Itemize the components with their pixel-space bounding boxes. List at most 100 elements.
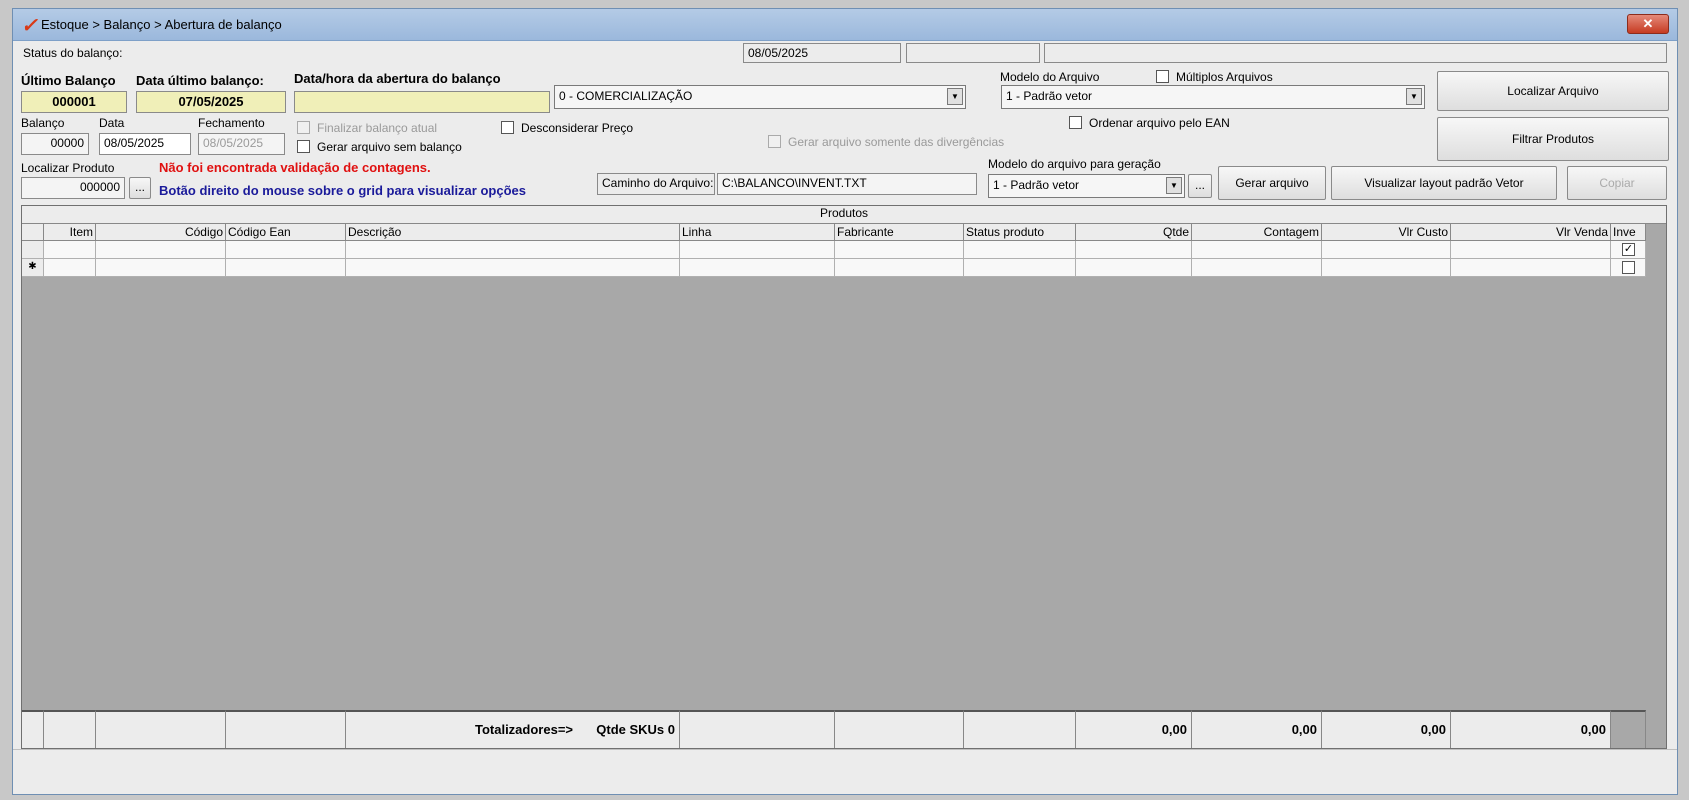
multiple-files-label: Múltiplos Arquivos: [1176, 70, 1273, 84]
last-balance-field: 000001: [21, 91, 127, 113]
inve-checkbox-checked[interactable]: ✓: [1622, 243, 1635, 256]
row-indicator: ✱: [22, 259, 44, 277]
totals-vlr-custo: 0,00: [1322, 710, 1451, 748]
file-model-label: Modelo do Arquivo: [1000, 70, 1100, 84]
closing-field: 08/05/2025: [198, 133, 285, 155]
window-title: Estoque > Balanço > Abertura de balanço: [41, 17, 282, 32]
locate-file-button[interactable]: Localizar Arquivo: [1437, 71, 1669, 111]
cell-contagem[interactable]: [1192, 259, 1322, 277]
cell-vlr-custo[interactable]: [1322, 259, 1451, 277]
totals-skus: Qtde SKUs 0: [596, 722, 675, 737]
col-header-codigo-ean[interactable]: Código Ean: [226, 224, 346, 241]
chevron-down-icon[interactable]: ▼: [1406, 88, 1422, 105]
title-bar: ✓ Estoque > Balanço > Abertura de balanç…: [13, 9, 1677, 41]
finalize-current-checkbox[interactable]: [297, 121, 310, 134]
footer-indicator: [22, 710, 44, 748]
type-select[interactable]: 0 - COMERCIALIZAÇÃO ▼: [554, 85, 966, 109]
main-window: ✓ Estoque > Balanço > Abertura de balanç…: [12, 8, 1678, 795]
cell-inve[interactable]: [1611, 259, 1646, 277]
cell-fabricante[interactable]: [835, 259, 964, 277]
totals-label: Totalizadores=>: [474, 722, 573, 737]
last-balance-label: Último Balanço: [21, 73, 116, 88]
footer-cell-descricao: Totalizadores=> Qtde SKUs 0: [346, 710, 680, 748]
view-layout-button[interactable]: Visualizar layout padrão Vetor: [1331, 166, 1557, 200]
col-header-linha[interactable]: Linha: [680, 224, 835, 241]
status-date-field: 08/05/2025: [743, 43, 901, 63]
cell-descricao[interactable]: [346, 259, 680, 277]
status-field-2: [906, 43, 1040, 63]
finalize-current-label: Finalizar balanço atual: [317, 121, 438, 135]
grid-hint-message: Botão direito do mouse sobre o grid para…: [159, 183, 526, 198]
col-header-codigo[interactable]: Código: [96, 224, 226, 241]
cell-descricao[interactable]: [346, 241, 680, 259]
gen-model-browse-button[interactable]: ...: [1188, 174, 1212, 198]
balance-field: 00000: [21, 133, 89, 155]
cell-qtde[interactable]: [1076, 259, 1192, 277]
divergences-only-checkbox[interactable]: [768, 135, 781, 148]
cell-linha[interactable]: [680, 241, 835, 259]
file-model-select[interactable]: 1 - Padrão vetor ▼: [1001, 85, 1425, 109]
totals-qtde: 0,00: [1076, 710, 1192, 748]
cell-codigo-ean[interactable]: [226, 241, 346, 259]
validation-message: Não foi encontrada validação de contagen…: [159, 160, 431, 175]
col-header-vlr-custo[interactable]: Vlr Custo: [1322, 224, 1451, 241]
cell-vlr-venda[interactable]: [1451, 241, 1611, 259]
cell-contagem[interactable]: [1192, 241, 1322, 259]
cell-status-produto[interactable]: [964, 259, 1076, 277]
no-balance-file-checkbox[interactable]: [297, 140, 310, 153]
footer-cell-status: [964, 710, 1076, 748]
totals-vlr-venda: 0,00: [1451, 710, 1611, 748]
cell-item[interactable]: [44, 241, 96, 259]
status-label: Status do balanço:: [23, 46, 123, 60]
date-field[interactable]: 08/05/2025: [99, 133, 191, 155]
status-field-3: [1044, 43, 1667, 63]
cell-codigo-ean[interactable]: [226, 259, 346, 277]
cell-status-produto[interactable]: [964, 241, 1076, 259]
file-model-value: 1 - Padrão vetor: [1006, 89, 1093, 103]
gen-model-select[interactable]: 1 - Padrão vetor ▼: [988, 174, 1185, 198]
find-product-label: Localizar Produto: [21, 161, 115, 175]
cell-inve[interactable]: ✓: [1611, 241, 1646, 259]
open-datetime-field[interactable]: [294, 91, 550, 113]
file-path-label: Caminho do Arquivo:: [597, 173, 715, 195]
products-grid[interactable]: Produtos Item Código Código Ean Descriçã…: [21, 205, 1667, 749]
col-header-contagem[interactable]: Contagem: [1192, 224, 1322, 241]
col-header-qtde[interactable]: Qtde: [1076, 224, 1192, 241]
chevron-down-icon[interactable]: ▼: [947, 88, 963, 105]
cell-item[interactable]: [44, 259, 96, 277]
cell-codigo[interactable]: [96, 241, 226, 259]
col-header-item[interactable]: Item: [44, 224, 96, 241]
col-header-descricao[interactable]: Descrição: [346, 224, 680, 241]
inve-checkbox-unchecked[interactable]: [1622, 261, 1635, 274]
generate-file-button[interactable]: Gerar arquivo: [1218, 166, 1326, 200]
order-ean-checkbox[interactable]: [1069, 116, 1082, 129]
filter-products-button[interactable]: Filtrar Produtos: [1437, 117, 1669, 161]
footer-cell-codigo: [96, 710, 226, 748]
gen-model-value: 1 - Padrão vetor: [993, 178, 1080, 192]
cell-vlr-custo[interactable]: [1322, 241, 1451, 259]
close-button[interactable]: ✕: [1627, 14, 1669, 34]
ignore-price-label: Desconsiderar Preço: [521, 121, 634, 135]
ignore-price-checkbox[interactable]: [501, 121, 514, 134]
col-header-status-produto[interactable]: Status produto: [964, 224, 1076, 241]
col-header-vlr-venda[interactable]: Vlr Venda: [1451, 224, 1611, 241]
cell-codigo[interactable]: [96, 259, 226, 277]
find-product-field[interactable]: 000000: [21, 177, 125, 199]
copy-button[interactable]: Copiar: [1567, 166, 1667, 200]
footer-cell-inve: [1611, 710, 1646, 748]
file-path-field[interactable]: C:\BALANCO\INVENT.TXT: [717, 173, 977, 195]
totals-contagem: 0,00: [1192, 710, 1322, 748]
chevron-down-icon[interactable]: ▼: [1166, 177, 1182, 194]
cell-qtde[interactable]: [1076, 241, 1192, 259]
find-product-browse-button[interactable]: ...: [129, 177, 151, 199]
cell-fabricante[interactable]: [835, 241, 964, 259]
footer-cell-item: [44, 710, 96, 748]
divergences-only-label: Gerar arquivo somente das divergências: [788, 135, 1005, 149]
last-date-label: Data último balanço:: [136, 73, 264, 88]
cell-vlr-venda[interactable]: [1451, 259, 1611, 277]
col-header-fabricante[interactable]: Fabricante: [835, 224, 964, 241]
multiple-files-checkbox[interactable]: [1156, 70, 1169, 83]
col-header-inve[interactable]: Inve: [1611, 224, 1646, 241]
cell-linha[interactable]: [680, 259, 835, 277]
footer-cell-linha: [680, 710, 835, 748]
